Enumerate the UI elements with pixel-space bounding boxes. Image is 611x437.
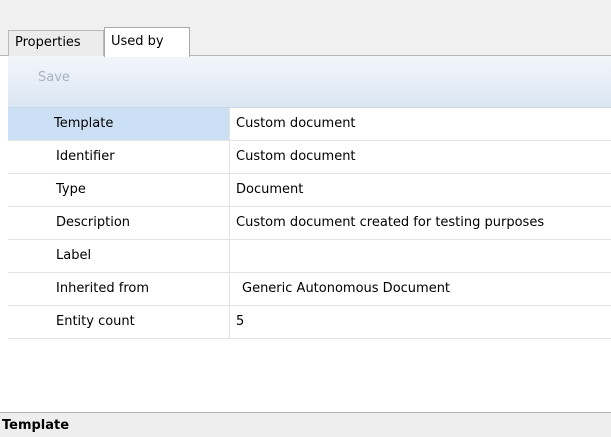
toolbar: Save xyxy=(8,56,611,108)
property-row-inherited-from[interactable]: Inherited from Generic Autonomous Docume… xyxy=(8,273,611,306)
save-button[interactable]: Save xyxy=(38,70,70,85)
property-value[interactable]: Custom document created for testing purp… xyxy=(230,207,611,239)
property-row-entity-count[interactable]: Entity count 5 xyxy=(8,306,611,339)
property-row-type[interactable]: Type Document xyxy=(8,174,611,207)
property-row-template[interactable]: Template Custom document xyxy=(8,108,611,141)
property-value[interactable]: Custom document xyxy=(230,108,611,140)
property-value[interactable]: 5 xyxy=(230,306,611,338)
description-title: Template xyxy=(2,418,70,433)
property-row-description[interactable]: Description Custom document created for … xyxy=(8,207,611,240)
property-name: Entity count xyxy=(8,306,230,338)
property-value[interactable]: Document xyxy=(230,174,611,206)
properties-window: Properties Used by Save Template Custom … xyxy=(0,0,611,437)
property-value[interactable]: Generic Autonomous Document xyxy=(230,273,611,305)
property-name: Type xyxy=(8,174,230,206)
description-pane: Template xyxy=(0,412,611,437)
tab-strip: Properties Used by xyxy=(0,0,611,57)
property-name: Template xyxy=(8,108,230,140)
property-row-identifier[interactable]: Identifier Custom document xyxy=(8,141,611,174)
property-grid: Template Custom document Identifier Cust… xyxy=(8,108,611,339)
property-name: Description xyxy=(8,207,230,239)
property-name: Label xyxy=(8,240,230,272)
tab-used-by[interactable]: Used by xyxy=(104,27,190,57)
property-name: Identifier xyxy=(8,141,230,173)
property-row-label[interactable]: Label xyxy=(8,240,611,273)
property-value[interactable]: Custom document xyxy=(230,141,611,173)
property-name: Inherited from xyxy=(8,273,230,305)
property-value[interactable] xyxy=(230,240,611,272)
properties-panel: Save Template Custom document Identifier… xyxy=(8,56,611,437)
tab-properties[interactable]: Properties xyxy=(8,30,104,56)
